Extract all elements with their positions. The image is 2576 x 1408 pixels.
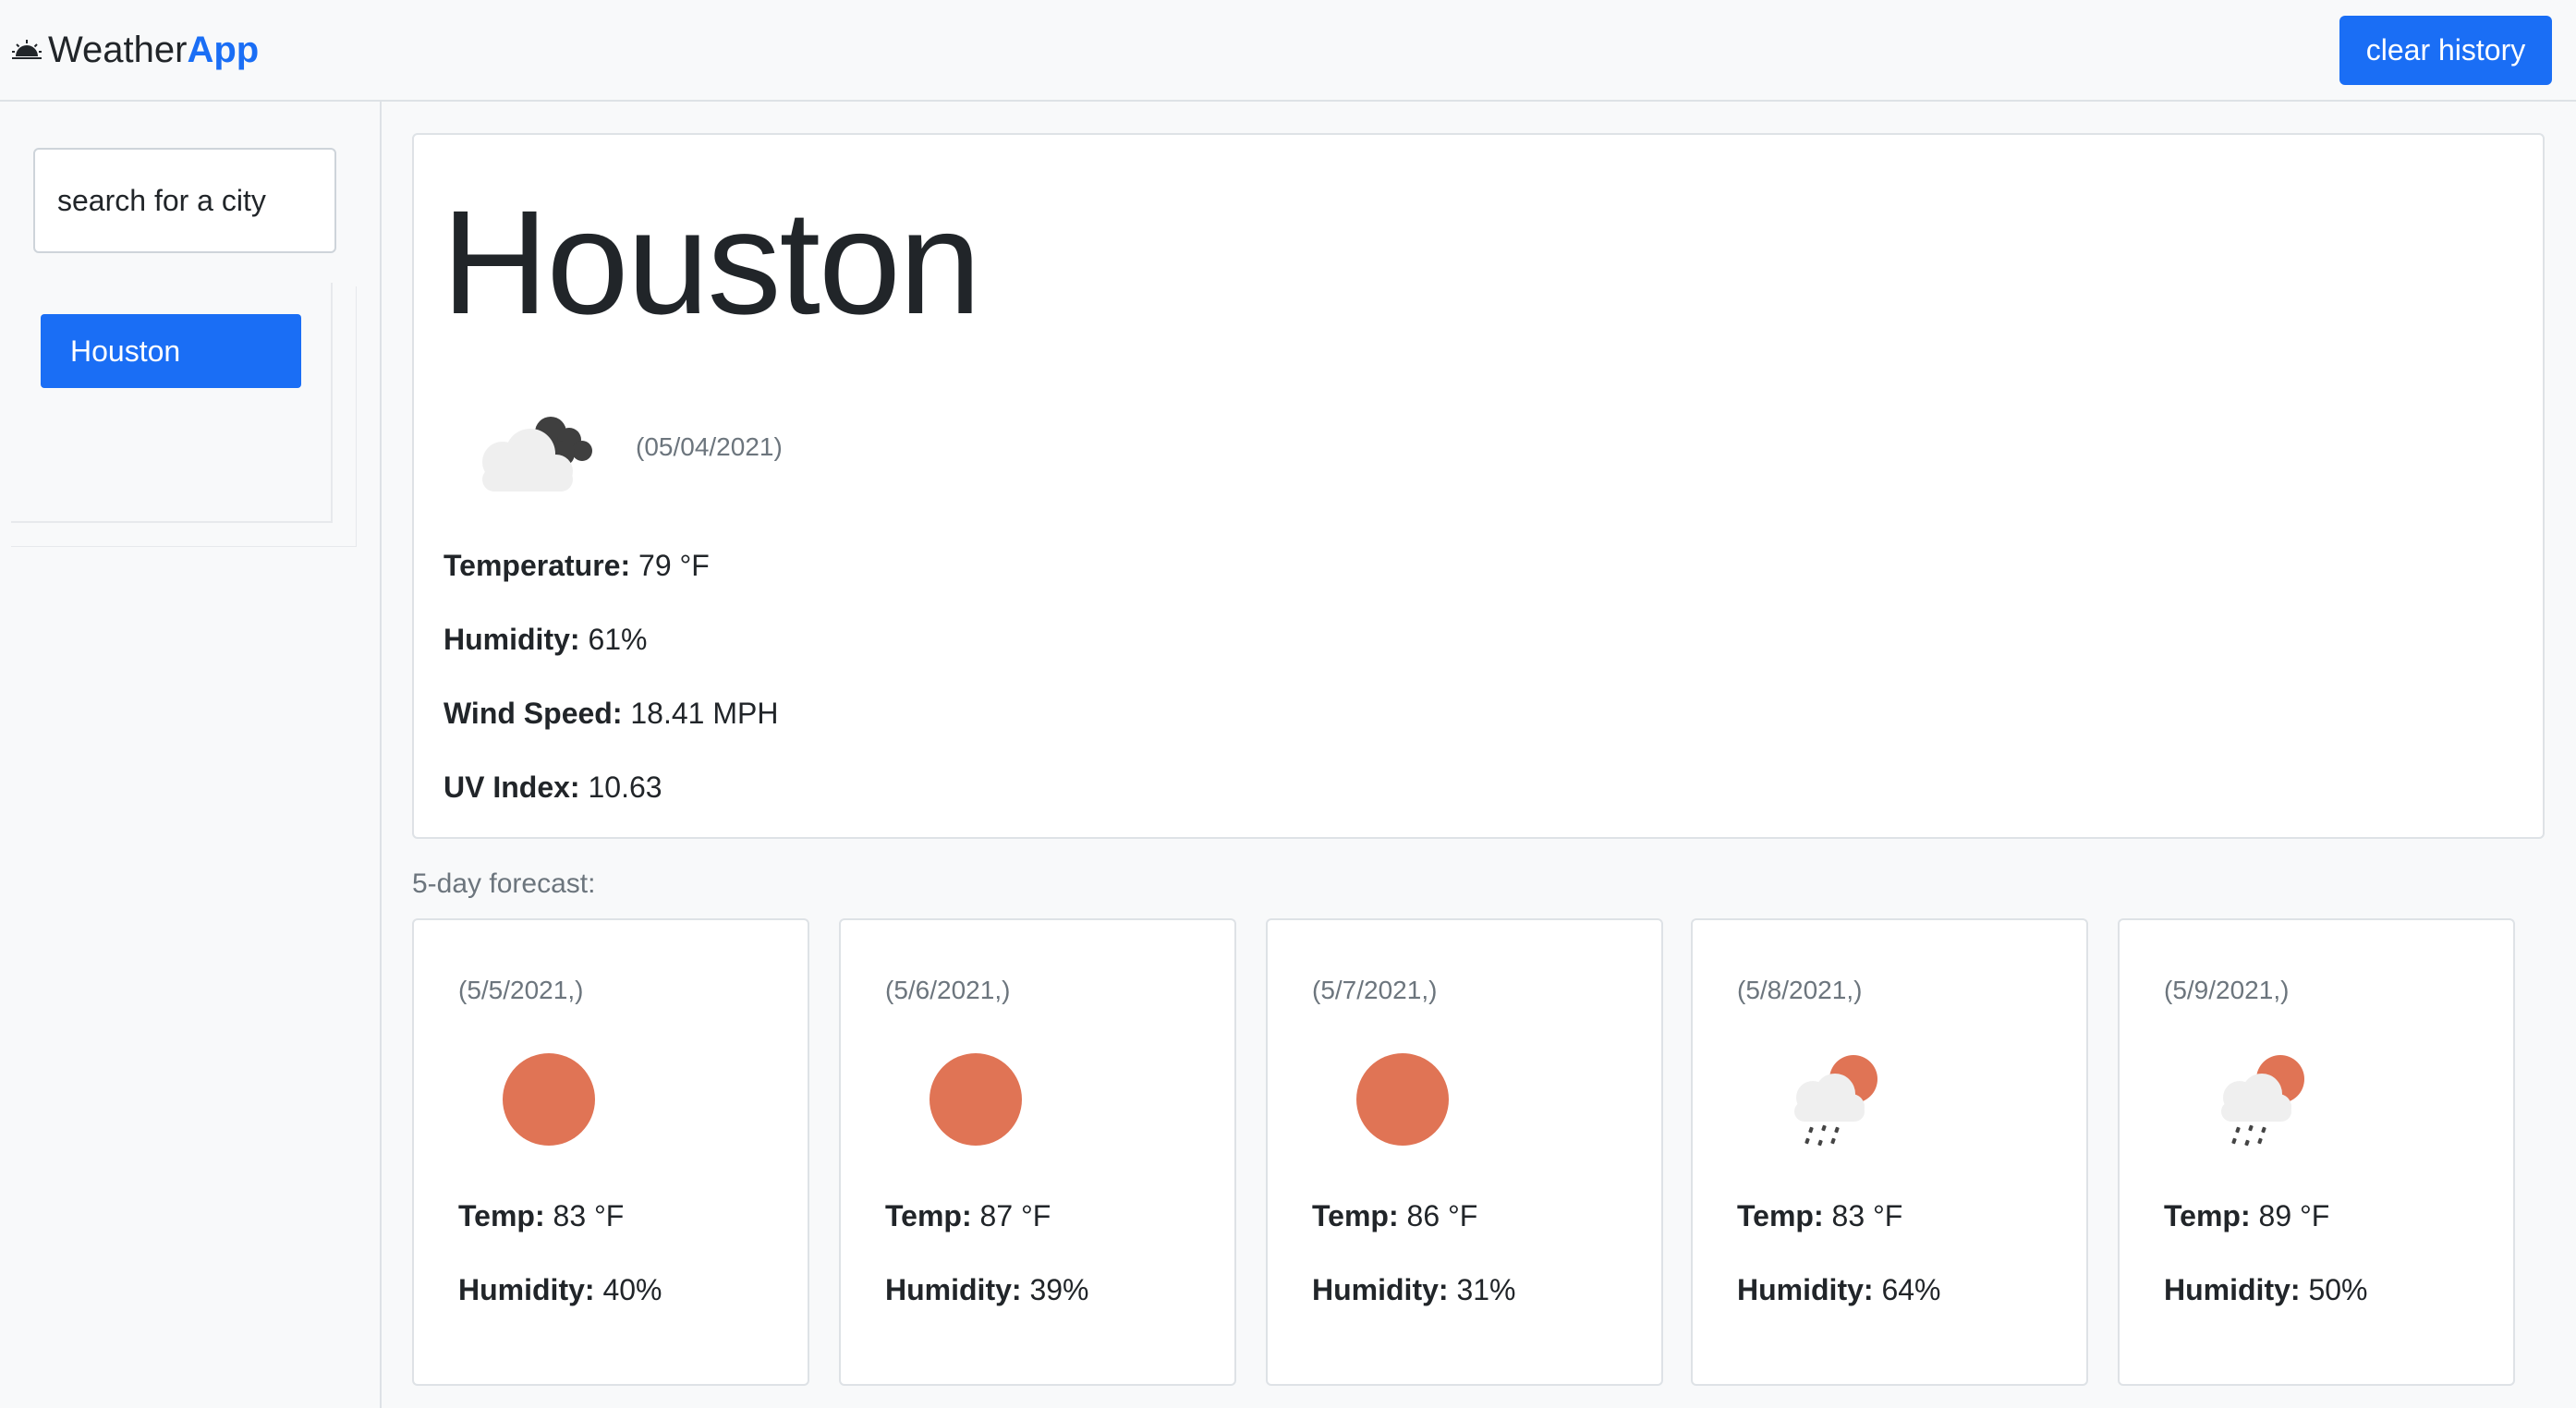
forecast-temp-label: Temp: [885, 1199, 972, 1232]
forecast-date: (5/8/2021,) [1737, 976, 1863, 1004]
forecast-temp-label: Temp: [2164, 1199, 2251, 1232]
humidity-value: 61% [588, 623, 648, 656]
forecast-humidity-value: 50% [2308, 1273, 2368, 1306]
wind-speed-stat: Wind Speed: 18.41 MPH [444, 697, 778, 731]
forecast-humidity-label: Humidity: [458, 1273, 595, 1306]
current-weather-card: Houston (05/04/2021) Temperature: 79 °F … [412, 133, 2545, 839]
forecast-humidity-value: 40% [602, 1273, 662, 1306]
forecast-temp: Temp: 87 °F [885, 1199, 1051, 1233]
humidity-stat: Humidity: 61% [444, 623, 647, 657]
forecast-humidity-label: Humidity: [2164, 1273, 2301, 1306]
forecast-date: (5/6/2021,) [885, 976, 1011, 1004]
sun-rain-cloud-icon [2221, 1055, 2304, 1147]
forecast-humidity-value: 39% [1029, 1273, 1089, 1306]
forecast-card: (5/8/2021,) Temp: 83 °F Humidity: 64% [1691, 918, 2088, 1386]
forecast-date: (5/7/2021,) [1312, 976, 1438, 1004]
temperature-stat: Temperature: 79 °F [444, 549, 710, 583]
forecast-temp-value: 87 °F [979, 1199, 1051, 1232]
forecast-temp-value: 83 °F [553, 1199, 625, 1232]
forecast-temp-value: 89 °F [2258, 1199, 2330, 1232]
forecast-temp-value: 83 °F [1831, 1199, 1903, 1232]
uv-index-stat: UV Index: 10.63 [444, 771, 662, 805]
forecast-humidity-label: Humidity: [1312, 1273, 1449, 1306]
temperature-value: 79 °F [638, 549, 710, 582]
forecast-card: (5/9/2021,) Temp: 89 °F Humidity: 50% [2118, 918, 2515, 1386]
broken-clouds-icon [482, 417, 592, 492]
forecast-card: (5/6/2021,) Temp: 87 °F Humidity: 39% [839, 918, 1236, 1386]
city-search-input[interactable] [33, 148, 336, 253]
wind-speed-value: 18.41 MPH [630, 697, 779, 730]
forecast-humidity: Humidity: 50% [2164, 1273, 2367, 1307]
forecast-card: (5/7/2021,) Temp: 86 °F Humidity: 31% [1266, 918, 1663, 1386]
forecast-date: (5/9/2021,) [2164, 976, 2290, 1004]
forecast-humidity: Humidity: 39% [885, 1273, 1088, 1307]
brand-weather: Weather [48, 30, 188, 70]
uv-index-value: 10.63 [588, 771, 662, 804]
forecast-date: (5/5/2021,) [458, 976, 584, 1004]
forecast-temp: Temp: 83 °F [1737, 1199, 1902, 1233]
brand[interactable]: Weather App [11, 24, 259, 76]
sidebar: Houston [0, 102, 382, 1408]
forecast-humidity: Humidity: 64% [1737, 1273, 1940, 1307]
city-title: Houston [442, 179, 981, 345]
forecast-temp-label: Temp: [458, 1199, 545, 1232]
temperature-label: Temperature: [444, 549, 631, 582]
forecast-humidity: Humidity: 31% [1312, 1273, 1515, 1307]
forecast-humidity-value: 64% [1881, 1273, 1941, 1306]
forecast-temp: Temp: 89 °F [2164, 1199, 2329, 1233]
forecast-temp-label: Temp: [1737, 1199, 1824, 1232]
wind-speed-label: Wind Speed: [444, 697, 623, 730]
forecast-temp: Temp: 83 °F [458, 1199, 624, 1233]
forecast-humidity-label: Humidity: [1737, 1273, 1874, 1306]
forecast-humidity-value: 31% [1456, 1273, 1516, 1306]
forecast-temp: Temp: 86 °F [1312, 1199, 1477, 1233]
history-item-houston[interactable]: Houston [41, 314, 301, 388]
forecast-temp-value: 86 °F [1406, 1199, 1478, 1232]
sunrise-icon [12, 40, 42, 59]
uv-index-label: UV Index: [444, 771, 580, 804]
brand-app: App [187, 30, 260, 70]
forecast-humidity: Humidity: 40% [458, 1273, 662, 1307]
current-date: (05/04/2021) [636, 432, 783, 461]
sun-icon [1356, 1053, 1449, 1146]
sun-icon [930, 1053, 1022, 1146]
forecast-temp-label: Temp: [1312, 1199, 1399, 1232]
clear-history-button[interactable]: clear history [2339, 16, 2552, 85]
sun-icon [503, 1053, 595, 1146]
forecast-card: (5/5/2021,) Temp: 83 °F Humidity: 40% [412, 918, 809, 1386]
sun-rain-cloud-icon [1794, 1055, 1877, 1147]
navbar: Weather App clear history [0, 0, 2576, 102]
humidity-label: Humidity: [444, 623, 580, 656]
forecast-heading: 5-day forecast: [412, 868, 596, 899]
forecast-humidity-label: Humidity: [885, 1273, 1022, 1306]
